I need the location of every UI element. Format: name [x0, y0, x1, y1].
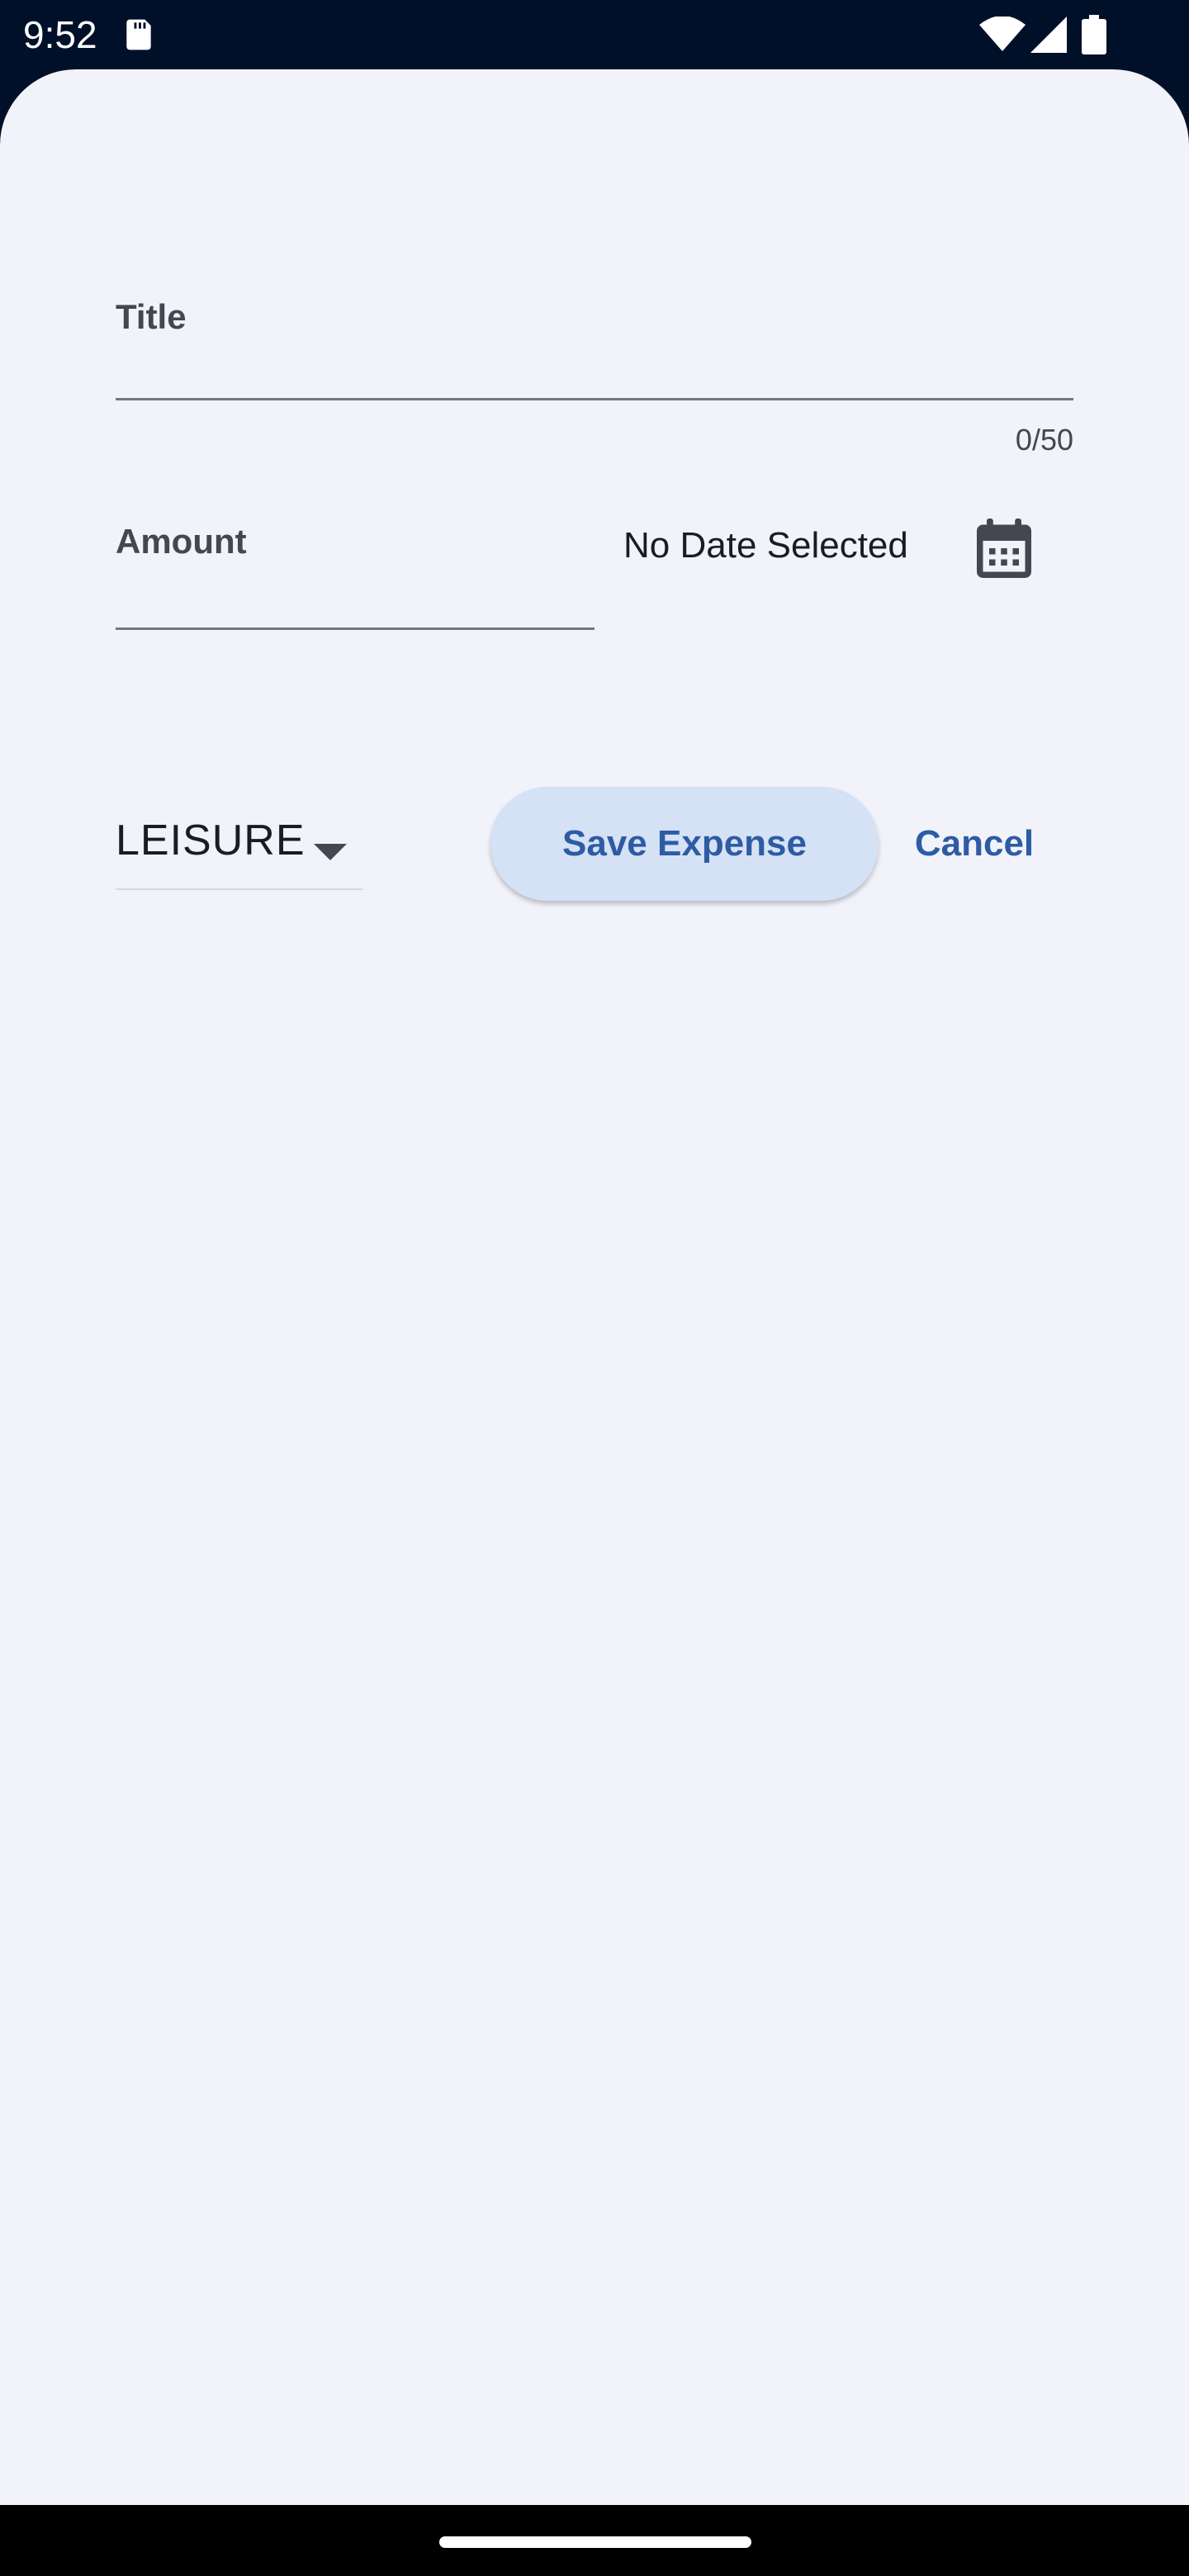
- status-time: 9:52: [23, 13, 97, 56]
- date-picker-button[interactable]: [964, 509, 1044, 588]
- status-bar: 9:52: [0, 0, 1189, 69]
- dropdown-arrow-icon: [314, 844, 347, 860]
- title-field[interactable]: Title: [116, 289, 1073, 401]
- save-expense-button[interactable]: Save Expense: [490, 787, 879, 901]
- title-label: Title: [116, 297, 187, 336]
- amount-field[interactable]: Amount: [116, 520, 594, 632]
- category-selected-value: LEISURE: [116, 817, 306, 864]
- wifi-icon: [979, 17, 1026, 51]
- battery-icon: [1082, 15, 1106, 54]
- calendar-icon: [977, 519, 1031, 578]
- title-char-counter: 0/50: [1015, 423, 1073, 457]
- signal-icon: [1030, 17, 1067, 53]
- add-expense-sheet: [0, 69, 1189, 2505]
- category-dropdown[interactable]: LEISURE: [116, 809, 363, 890]
- amount-label: Amount: [116, 522, 247, 561]
- sd-card-icon: [126, 19, 151, 50]
- title-underline: [116, 398, 1073, 400]
- selected-date-text: No Date Selected: [623, 525, 908, 566]
- navigation-bar: [0, 2505, 1189, 2576]
- home-gesture-handle[interactable]: [439, 2536, 751, 2548]
- amount-underline: [116, 627, 594, 630]
- cancel-button[interactable]: Cancel: [900, 787, 1049, 901]
